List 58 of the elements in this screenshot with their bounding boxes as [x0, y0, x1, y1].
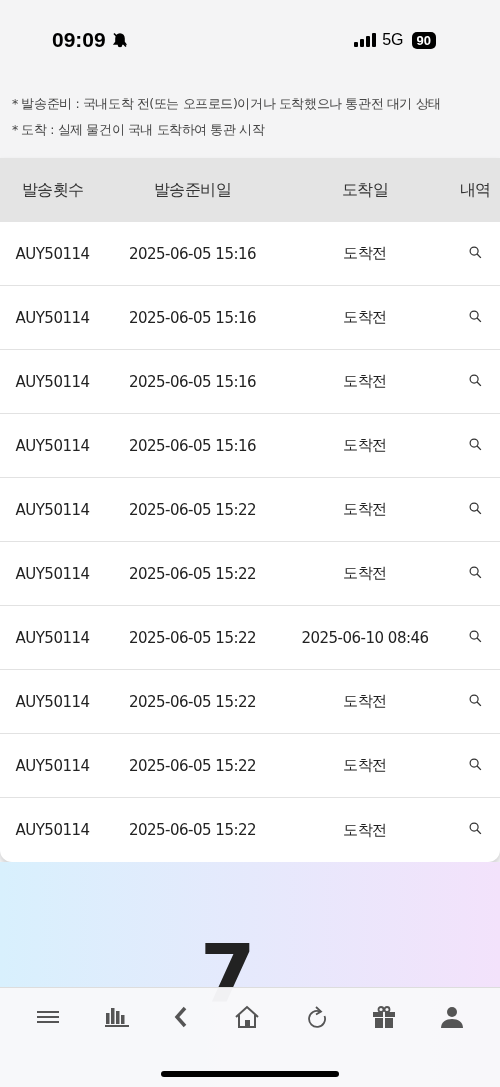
home-icon[interactable]	[233, 1005, 260, 1029]
back-icon[interactable]	[174, 1006, 189, 1028]
column-header: 내역	[458, 179, 492, 201]
table-cell-text: 도착전	[342, 564, 388, 583]
table-cell-text: AUY50114	[14, 500, 91, 519]
table-cell-text: 2025-06-10 08:46	[300, 628, 430, 647]
search-icon[interactable]	[468, 629, 482, 643]
search-icon[interactable]	[468, 245, 482, 259]
signal-icon	[354, 33, 377, 47]
table-cell-text: 2025-06-05 15:22	[127, 821, 258, 839]
table-cell-text: AUY50114	[14, 564, 91, 583]
table-cell-text: 2025-06-05 15:16	[127, 244, 258, 263]
search-icon[interactable]	[468, 501, 482, 515]
search-icon[interactable]	[468, 309, 482, 323]
table-cell-text: AUY50114	[14, 692, 91, 711]
status-time: 09:09	[52, 28, 106, 52]
table-cell-text: 도착전	[342, 756, 388, 775]
table-cell-text: AUY50114	[14, 756, 91, 775]
search-icon[interactable]	[468, 373, 482, 387]
table-cell-text: 도착전	[342, 436, 388, 455]
table-cell-text: 2025-06-05 15:22	[127, 564, 258, 583]
table-cell-text: AUY50114	[14, 628, 91, 647]
column-header: 발송횟수	[20, 179, 85, 201]
note-text: * 발송준비 : 국내도착 전(또는 오프로드)이거나 도착했으나 통관전 대기 상태	[12, 96, 442, 113]
battery-level: 90	[411, 31, 436, 49]
table-cell-text: 도착전	[342, 244, 388, 263]
table-cell-text: AUY50114	[14, 372, 91, 391]
table-cell-text: 도착전	[342, 308, 388, 327]
column-header: 도착일	[340, 179, 390, 201]
search-icon[interactable]	[468, 693, 482, 707]
column-header: 발송준비일	[152, 179, 233, 201]
table-cell-text: 2025-06-05 15:22	[127, 500, 258, 519]
refresh-icon[interactable]	[305, 1005, 328, 1029]
table-cell-text: 2025-06-05 15:22	[127, 628, 258, 647]
table-cell-text: AUY50114	[14, 436, 91, 455]
search-icon[interactable]	[468, 757, 482, 771]
table-cell-text: AUY50114	[14, 821, 91, 839]
search-icon[interactable]	[468, 565, 482, 579]
search-icon[interactable]	[468, 437, 482, 451]
table-cell-text: 2025-06-05 15:22	[127, 756, 258, 775]
table-cell-text: 도착전	[342, 372, 388, 391]
large-heading-text: 7	[200, 934, 256, 1014]
table-cell-text: 2025-06-05 15:16	[127, 436, 258, 455]
bar-chart-icon[interactable]	[104, 1007, 129, 1027]
table-cell-text: 도착전	[342, 692, 388, 711]
table-cell-text: 도착전	[342, 500, 388, 519]
table-cell-text: 2025-06-05 15:16	[127, 372, 258, 391]
table-cell-text: AUY50114	[14, 244, 91, 263]
table-cell-text: 도착전	[342, 820, 388, 840]
table-cell-text: 2025-06-05 15:16	[127, 308, 258, 327]
user-icon[interactable]	[441, 1006, 464, 1028]
note-text: * 도착 : 실제 물건이 국내 도착하여 통관 시작	[12, 122, 266, 139]
network-label: 5G	[382, 31, 404, 49]
table-cell-text: 2025-06-05 15:22	[127, 692, 258, 711]
gift-icon[interactable]	[373, 1006, 396, 1028]
search-icon[interactable]	[468, 822, 482, 835]
table-cell-text: AUY50114	[14, 308, 91, 327]
menu-icon[interactable]	[36, 1010, 59, 1024]
